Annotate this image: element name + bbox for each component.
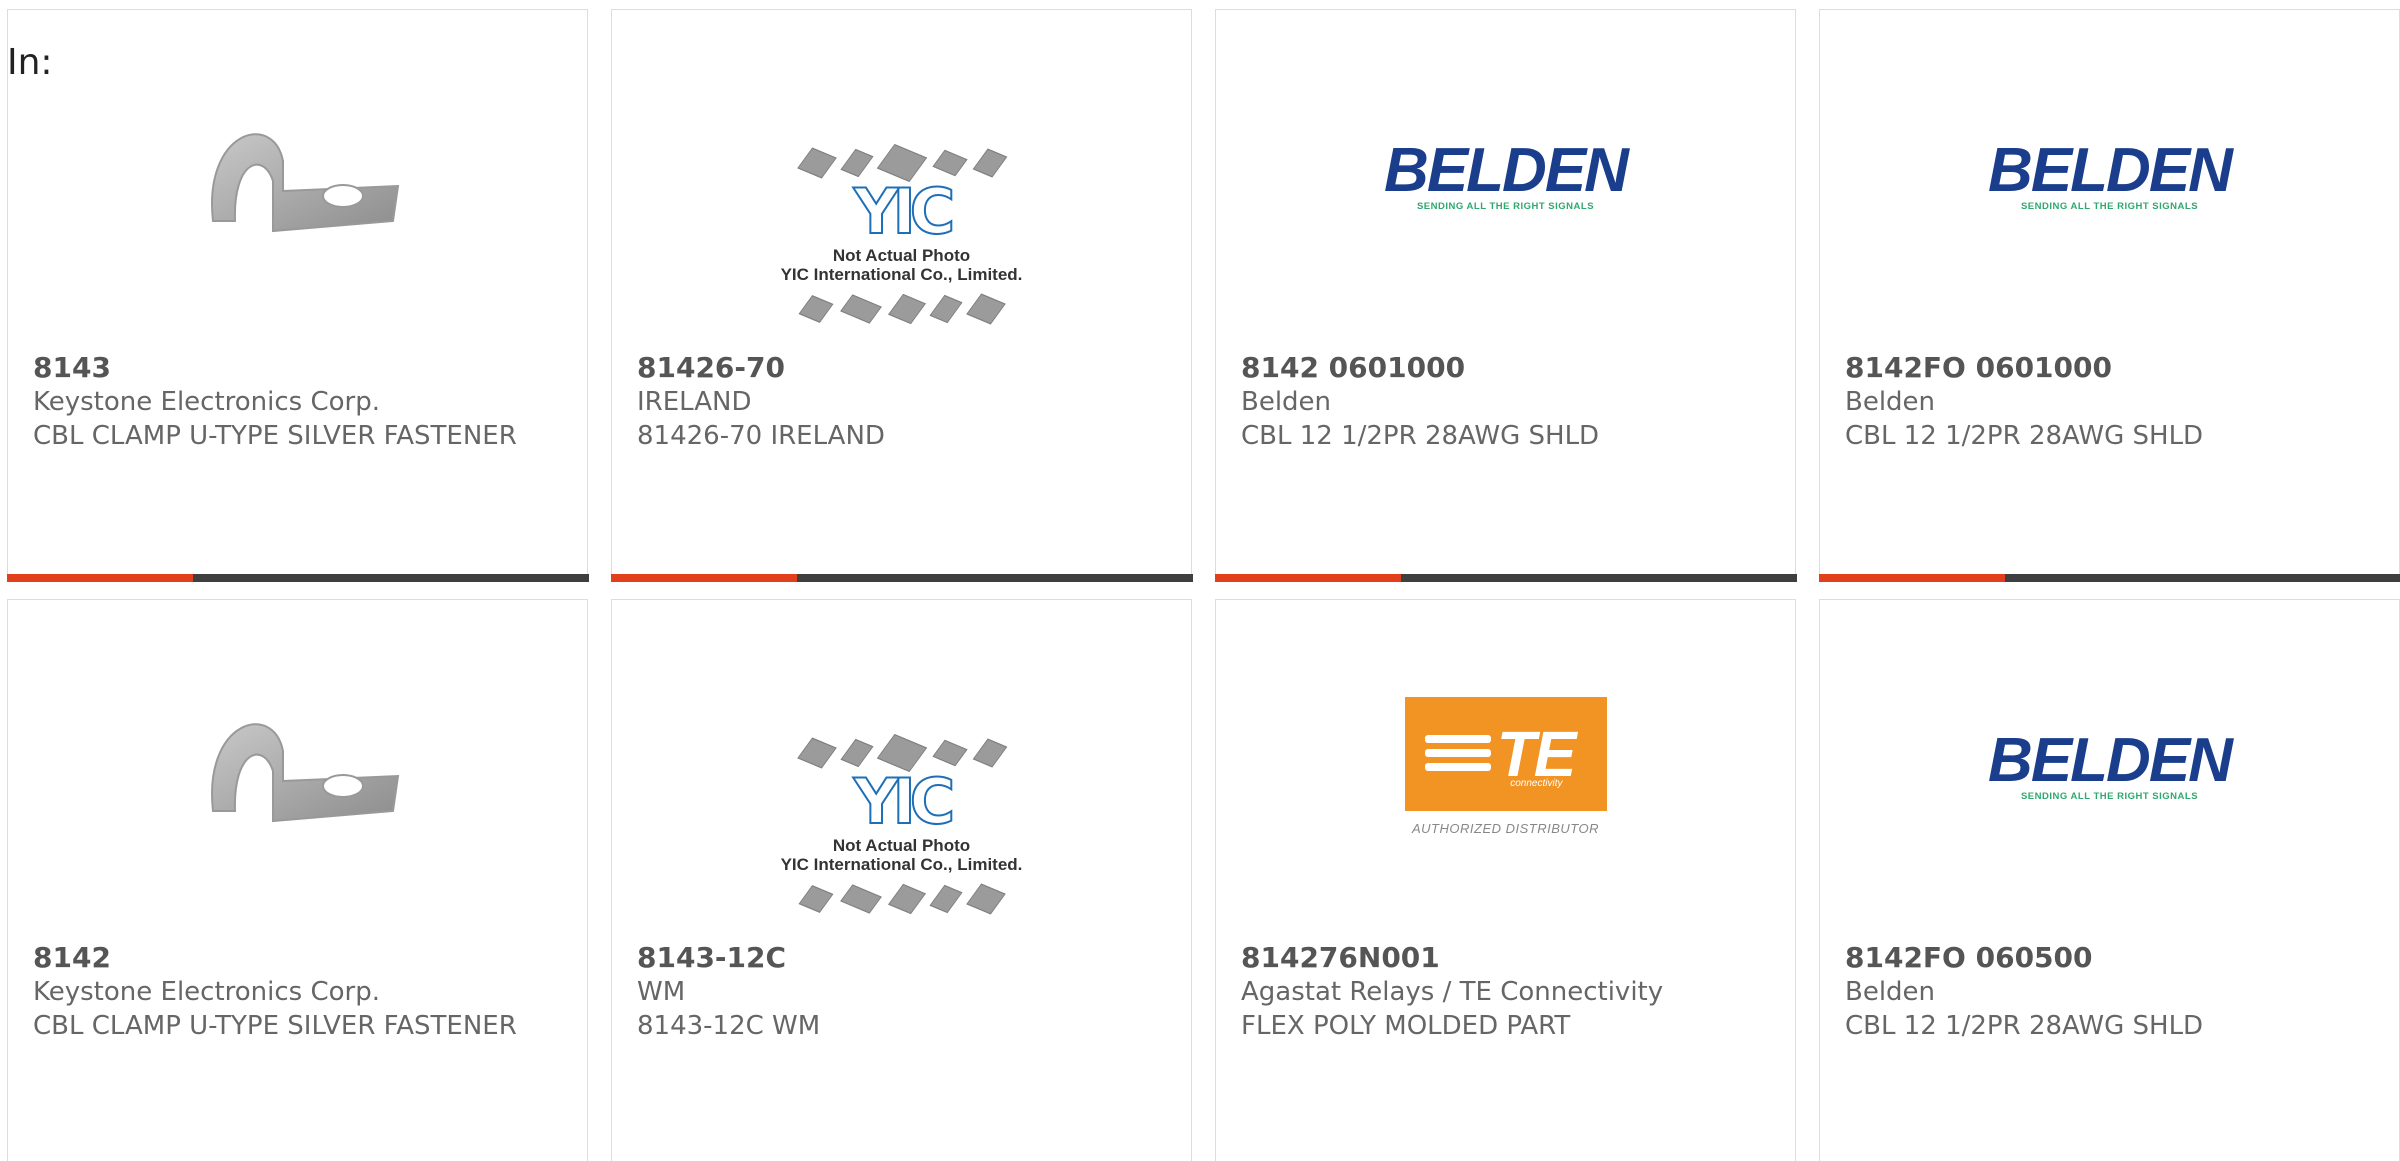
chip-row-bottom	[798, 883, 1006, 915]
product-card[interactable]: TE connectivity AUTHORIZED DISTRIBUTOR 8…	[1215, 599, 1796, 1161]
yic-caption-1: Not Actual Photo	[832, 836, 971, 855]
product-card[interactable]: BELDEN SENDING ALL THE RIGHT SIGNALS 814…	[1819, 599, 2400, 1161]
description: CBL 12 1/2PR 28AWG SHLD	[1845, 1011, 2204, 1041]
product-info: 8142FO 0601000 Belden CBL 12 1/2PR 28AWG…	[1845, 351, 2365, 453]
belden-logo: BELDEN	[1988, 725, 2233, 795]
description: CBL 12 1/2PR 28AWG SHLD	[1845, 421, 2204, 451]
belden-tagline: SENDING ALL THE RIGHT SIGNALS	[2020, 790, 2199, 802]
manufacturer: Belden	[1845, 387, 1936, 417]
te-subword: connectivity	[1510, 777, 1563, 789]
filter-label: In:	[7, 42, 53, 83]
yic-logo: YIC	[853, 175, 957, 248]
progress-bar	[1214, 573, 1797, 582]
te-stripes	[1424, 734, 1491, 777]
progress-fill	[610, 573, 797, 582]
manufacturer: Belden	[1845, 977, 1936, 1007]
belden-tagline: SENDING ALL THE RIGHT SIGNALS	[1416, 200, 1595, 212]
chip-row-top	[796, 733, 1007, 773]
part-number[interactable]: 81426-70	[637, 351, 1157, 385]
clamp-image	[210, 133, 399, 233]
product-image: YIC Not Actual Photo YIC International C…	[762, 700, 1042, 950]
description: 81426-70 IRELAND	[637, 421, 885, 451]
chip-row-top	[796, 143, 1007, 183]
manufacturer: Belden	[1241, 387, 1332, 417]
part-number[interactable]: 8142 0601000	[1241, 351, 1761, 385]
part-number[interactable]: 814276N001	[1241, 941, 1761, 975]
product-info: 8143 Keystone Electronics Corp. CBL CLAM…	[33, 351, 553, 453]
product-card[interactable]: 8143 Keystone Electronics Corp. CBL CLAM…	[6, 9, 589, 582]
product-info: 8142 Keystone Electronics Corp. CBL CLAM…	[33, 941, 553, 1043]
product-card[interactable]: YIC Not Actual Photo YIC International C…	[611, 599, 1192, 1161]
product-card[interactable]: BELDEN SENDING ALL THE RIGHT SIGNALS 814…	[1818, 9, 2400, 582]
progress-fill	[6, 573, 193, 582]
clamp-image	[210, 723, 399, 823]
progress-fill	[1818, 573, 2005, 582]
product-image: BELDEN SENDING ALL THE RIGHT SIGNALS	[1376, 76, 1636, 276]
description: CBL CLAMP U-TYPE SILVER FASTENER	[33, 421, 517, 451]
belden-logo: BELDEN	[1384, 135, 1629, 205]
description: FLEX POLY MOLDED PART	[1241, 1011, 1571, 1041]
progress-bar	[6, 573, 589, 582]
product-image	[168, 76, 428, 276]
product-info: 8142 0601000 Belden CBL 12 1/2PR 28AWG S…	[1241, 351, 1761, 453]
product-image: YIC Not Actual Photo YIC International C…	[762, 110, 1042, 360]
description: CBL 12 1/2PR 28AWG SHLD	[1241, 421, 1600, 451]
product-image: BELDEN SENDING ALL THE RIGHT SIGNALS	[1980, 666, 2240, 866]
manufacturer: Keystone Electronics Corp.	[33, 387, 381, 417]
product-card[interactable]: BELDEN SENDING ALL THE RIGHT SIGNALS 814…	[1214, 9, 1797, 582]
product-info: 81426-70 IRELAND 81426-70 IRELAND	[637, 351, 1157, 453]
yic-caption-2: YIC International Co., Limited.	[780, 265, 1023, 284]
description: 8143-12C WM	[637, 1011, 821, 1041]
progress-bar	[610, 573, 1193, 582]
part-number[interactable]: 8143	[33, 351, 553, 385]
product-card[interactable]: YIC Not Actual Photo YIC International C…	[610, 9, 1193, 582]
yic-logo: YIC	[853, 765, 957, 838]
product-image: BELDEN SENDING ALL THE RIGHT SIGNALS	[1980, 76, 2240, 276]
belden-tagline: SENDING ALL THE RIGHT SIGNALS	[2020, 200, 2199, 212]
product-image	[168, 666, 428, 866]
te-caption: AUTHORIZED DISTRIBUTOR	[1412, 820, 1599, 836]
chip-row-bottom	[798, 293, 1006, 325]
te-logo: TE connectivity	[1404, 696, 1607, 811]
progress-fill	[1214, 573, 1401, 582]
part-number[interactable]: 8142FO 0601000	[1845, 351, 2365, 385]
product-info: 814276N001 Agastat Relays / TE Connectiv…	[1241, 941, 1761, 1043]
manufacturer: Agastat Relays / TE Connectivity	[1241, 977, 1664, 1007]
manufacturer: IRELAND	[637, 387, 752, 417]
description: CBL CLAMP U-TYPE SILVER FASTENER	[33, 1011, 517, 1041]
yic-caption-1: Not Actual Photo	[832, 246, 971, 265]
product-info: 8143-12C WM 8143-12C WM	[637, 941, 1157, 1043]
part-number[interactable]: 8142FO 060500	[1845, 941, 2365, 975]
product-card[interactable]: 8142 Keystone Electronics Corp. CBL CLAM…	[7, 599, 588, 1161]
belden-logo: BELDEN	[1988, 135, 2233, 205]
manufacturer: WM	[637, 977, 686, 1007]
progress-bar	[1818, 573, 2400, 582]
yic-caption-2: YIC International Co., Limited.	[780, 855, 1023, 874]
product-grid-page: In: 8143 Keystone Electronics Corp. CBL …	[0, 0, 2400, 1161]
part-number[interactable]: 8143-12C	[637, 941, 1157, 975]
manufacturer: Keystone Electronics Corp.	[33, 977, 381, 1007]
product-info: 8142FO 060500 Belden CBL 12 1/2PR 28AWG …	[1845, 941, 2365, 1043]
part-number[interactable]: 8142	[33, 941, 553, 975]
product-image: TE connectivity AUTHORIZED DISTRIBUTOR	[1376, 666, 1636, 866]
